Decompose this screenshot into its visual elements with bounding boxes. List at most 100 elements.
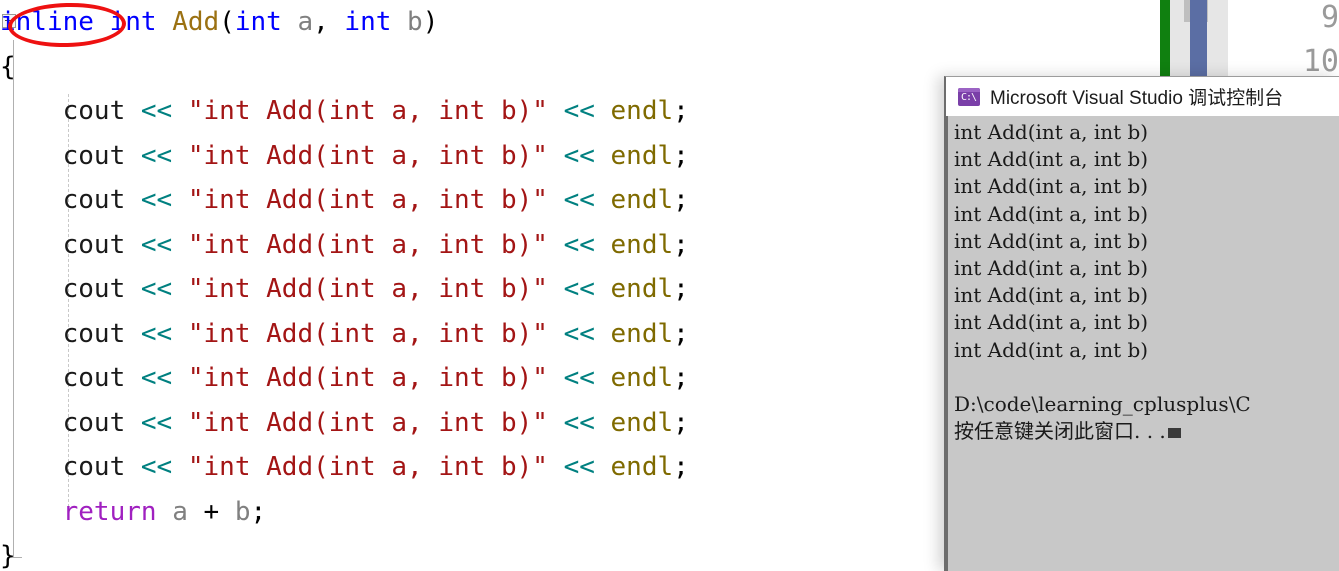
console-output-line: int Add(int a, int b) <box>954 174 1149 199</box>
code-token: << <box>140 274 173 304</box>
code-token: << <box>140 229 173 260</box>
code-token: cout <box>62 140 126 171</box>
scrollbar-thumb[interactable] <box>1190 0 1207 78</box>
code-token: ; <box>673 318 689 349</box>
code-token: return <box>62 496 157 527</box>
code-token: cout <box>62 185 126 215</box>
console-output-line: int Add(int a, int b) <box>954 120 1149 144</box>
code-token: a <box>297 7 314 37</box>
code-token: << <box>563 363 595 393</box>
code-line: cout << "int Add(int a, int b)" << endl; <box>0 401 689 446</box>
console-title-text: Microsoft Visual Studio 调试控制台 <box>990 88 1284 109</box>
code-token: cout <box>62 318 126 349</box>
code-line: return a + b; <box>0 490 689 535</box>
line-hint-numbers: 9 10 <box>1302 0 1339 79</box>
code-token: cout <box>62 452 126 482</box>
code-token: endl <box>610 96 674 126</box>
console-output-line: int Add(int a, int b) <box>954 283 1149 308</box>
cmd-icon-glyph: C:\ <box>961 91 977 103</box>
code-token: cout <box>62 96 126 126</box>
code-token: ; <box>673 185 689 215</box>
code-token: endl <box>610 140 674 171</box>
code-token: endl <box>610 185 674 215</box>
console-output-line: int Add(int a, int b) <box>954 147 1149 172</box>
code-token: int <box>234 7 282 37</box>
code-line: cout << "int Add(int a, int b)" << endl; <box>0 89 689 134</box>
console-prompt-line: 按任意键关闭此窗口. . . <box>954 418 1251 445</box>
code-token: << <box>140 452 173 482</box>
code-token: "int Add(int a, int b)" <box>187 229 548 260</box>
code-token: << <box>140 363 173 393</box>
code-token: "int Add(int a, int b)" <box>187 140 548 171</box>
code-token: + <box>203 496 220 527</box>
code-line: cout << "int Add(int a, int b)" << endl; <box>0 356 689 401</box>
code-line: cout << "int Add(int a, int b)" << endl; <box>0 223 689 268</box>
code-token: << <box>140 185 173 215</box>
code-line: cout << "int Add(int a, int b)" << endl; <box>0 178 689 223</box>
code-line: } <box>0 534 689 571</box>
cmd-console-icon: C:\ <box>958 87 980 106</box>
console-output-line: int Add(int a, int b) <box>954 256 1149 281</box>
code-token: cout <box>62 274 126 304</box>
console-title-bar[interactable]: C:\ Microsoft Visual Studio 调试控制台 <box>946 77 1339 116</box>
code-token: << <box>563 185 595 215</box>
code-token: endl <box>610 363 674 393</box>
console-text: int Add(int a, int b) int Add(int a, int … <box>954 119 1251 445</box>
code-line: cout << "int Add(int a, int b)" << endl; <box>0 445 689 490</box>
console-output-line: int Add(int a, int b) <box>954 201 1149 226</box>
code-token: "int Add(int a, int b)" <box>187 407 548 438</box>
code-token: << <box>140 407 173 438</box>
code-token: ; <box>673 140 689 171</box>
code-text[interactable]: inline int Add(int a, int b){ cout << "i… <box>0 0 689 571</box>
code-token: endl <box>610 318 674 349</box>
code-token: "int Add(int a, int b)" <box>187 185 548 215</box>
code-token: << <box>563 407 595 438</box>
code-token: ; <box>250 496 267 527</box>
console-output-area[interactable]: int Add(int a, int b) int Add(int a, int … <box>946 116 1339 571</box>
code-token: endl <box>610 229 674 260</box>
screenshot-root: inline int Add(int a, int b){ cout << "i… <box>0 0 1339 571</box>
code-token: cout <box>62 363 126 393</box>
code-token: cout <box>62 229 126 260</box>
console-window[interactable]: C:\ Microsoft Visual Studio 调试控制台 int Ad… <box>944 76 1339 571</box>
code-token: endl <box>610 407 674 438</box>
code-token: << <box>563 452 595 482</box>
code-line: cout << "int Add(int a, int b)" << endl; <box>0 312 689 357</box>
console-output-line: int Add(int a, int b) <box>954 310 1149 335</box>
code-token: ; <box>673 274 689 304</box>
code-token: << <box>563 96 595 126</box>
code-token: cout <box>62 407 126 438</box>
code-token: ; <box>673 452 689 482</box>
code-token: } <box>0 541 16 571</box>
console-output-line: int Add(int a, int b) <box>954 337 1149 362</box>
console-cursor <box>1167 428 1181 439</box>
code-token: << <box>563 274 595 304</box>
code-token: << <box>140 96 173 126</box>
code-token: ; <box>673 407 689 438</box>
code-line: { <box>0 45 689 90</box>
code-token: ) <box>422 7 439 37</box>
code-token: int <box>344 7 392 37</box>
code-token: b <box>407 7 423 37</box>
